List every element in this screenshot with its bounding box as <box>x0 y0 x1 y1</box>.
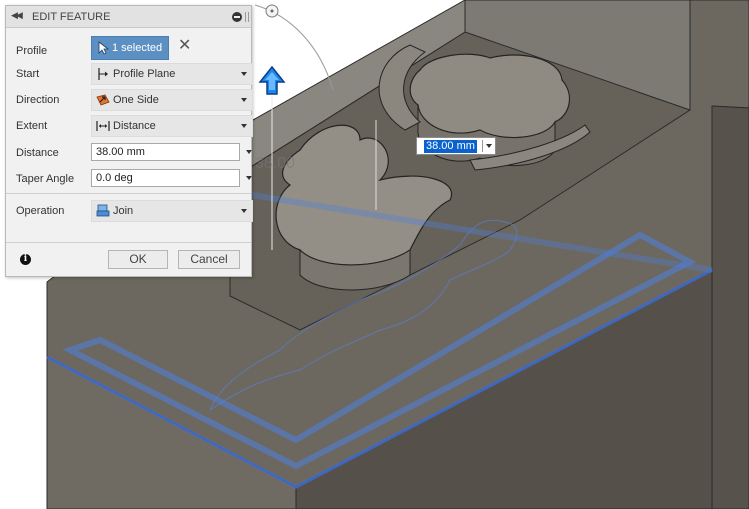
distance-label: Distance <box>16 147 59 159</box>
dimension-label: 38.00 <box>255 155 296 172</box>
chevron-down-icon <box>241 72 247 76</box>
start-value: Profile Plane <box>113 68 176 80</box>
operation-row: Operation Join <box>6 194 253 222</box>
extent-label: Extent <box>16 120 48 132</box>
grip-handle[interactable] <box>245 12 249 22</box>
distance-icon <box>96 121 110 131</box>
dialog-title: EDIT FEATURE <box>32 11 111 23</box>
ok-button[interactable]: OK <box>108 250 168 269</box>
close-icon[interactable] <box>232 12 242 22</box>
chevron-down-icon <box>241 98 247 102</box>
taper-angle-label: Taper Angle <box>16 173 75 185</box>
start-row: Start Profile Plane <box>6 57 253 85</box>
taper-angle-input-group <box>91 169 253 189</box>
chevron-down-icon[interactable] <box>246 176 252 180</box>
double-left-arrow-icon[interactable]: ◀◀ <box>11 10 23 21</box>
cancel-button[interactable]: Cancel <box>178 250 240 269</box>
profile-plane-icon <box>98 68 108 80</box>
blue-up-arrow-icon[interactable] <box>258 65 286 95</box>
chevron-down-icon <box>241 209 247 213</box>
join-icon <box>96 204 110 217</box>
taper-angle-input[interactable] <box>91 169 240 187</box>
direction-row: Direction One Side <box>6 83 253 111</box>
direction-label: Direction <box>16 94 60 106</box>
edit-feature-dialog: ◀◀ EDIT FEATURE Profile 1 selected ✕ Sta… <box>5 5 253 277</box>
extent-dropdown[interactable]: Distance <box>91 115 253 137</box>
distance-row: Distance <box>6 137 253 163</box>
chevron-down-icon <box>241 124 247 128</box>
chevron-down-icon[interactable] <box>246 150 252 154</box>
viewport-input-separator <box>482 140 483 152</box>
viewport-distance-input[interactable]: 38.00 mm <box>416 137 496 155</box>
extruded-flower-shape[interactable] <box>409 53 571 139</box>
one-side-icon <box>96 94 110 106</box>
x-icon[interactable]: ✕ <box>178 38 191 54</box>
chevron-down-icon[interactable] <box>486 144 492 148</box>
extent-value: Distance <box>113 120 156 132</box>
distance-input[interactable] <box>91 143 240 161</box>
distance-input-group <box>91 143 253 163</box>
profile-selection-count: 1 selected <box>112 42 163 54</box>
start-label: Start <box>16 68 40 80</box>
cursor-arrow-icon <box>98 41 109 55</box>
profile-label: Profile <box>16 45 48 57</box>
taper-angle-row: Taper Angle <box>6 163 253 189</box>
footer-divider <box>6 242 251 243</box>
direction-value: One Side <box>113 94 159 106</box>
dialog-header[interactable]: ◀◀ EDIT FEATURE <box>6 6 251 28</box>
info-icon[interactable]: i <box>20 254 31 265</box>
operation-value: Join <box>113 205 134 217</box>
operation-label: Operation <box>16 205 65 217</box>
extent-row: Extent Distance <box>6 109 253 137</box>
operation-dropdown[interactable]: Join <box>91 200 253 222</box>
viewport-distance-value[interactable]: 38.00 mm <box>424 140 477 153</box>
direction-dropdown[interactable]: One Side <box>91 89 253 111</box>
start-dropdown[interactable]: Profile Plane <box>91 63 253 85</box>
